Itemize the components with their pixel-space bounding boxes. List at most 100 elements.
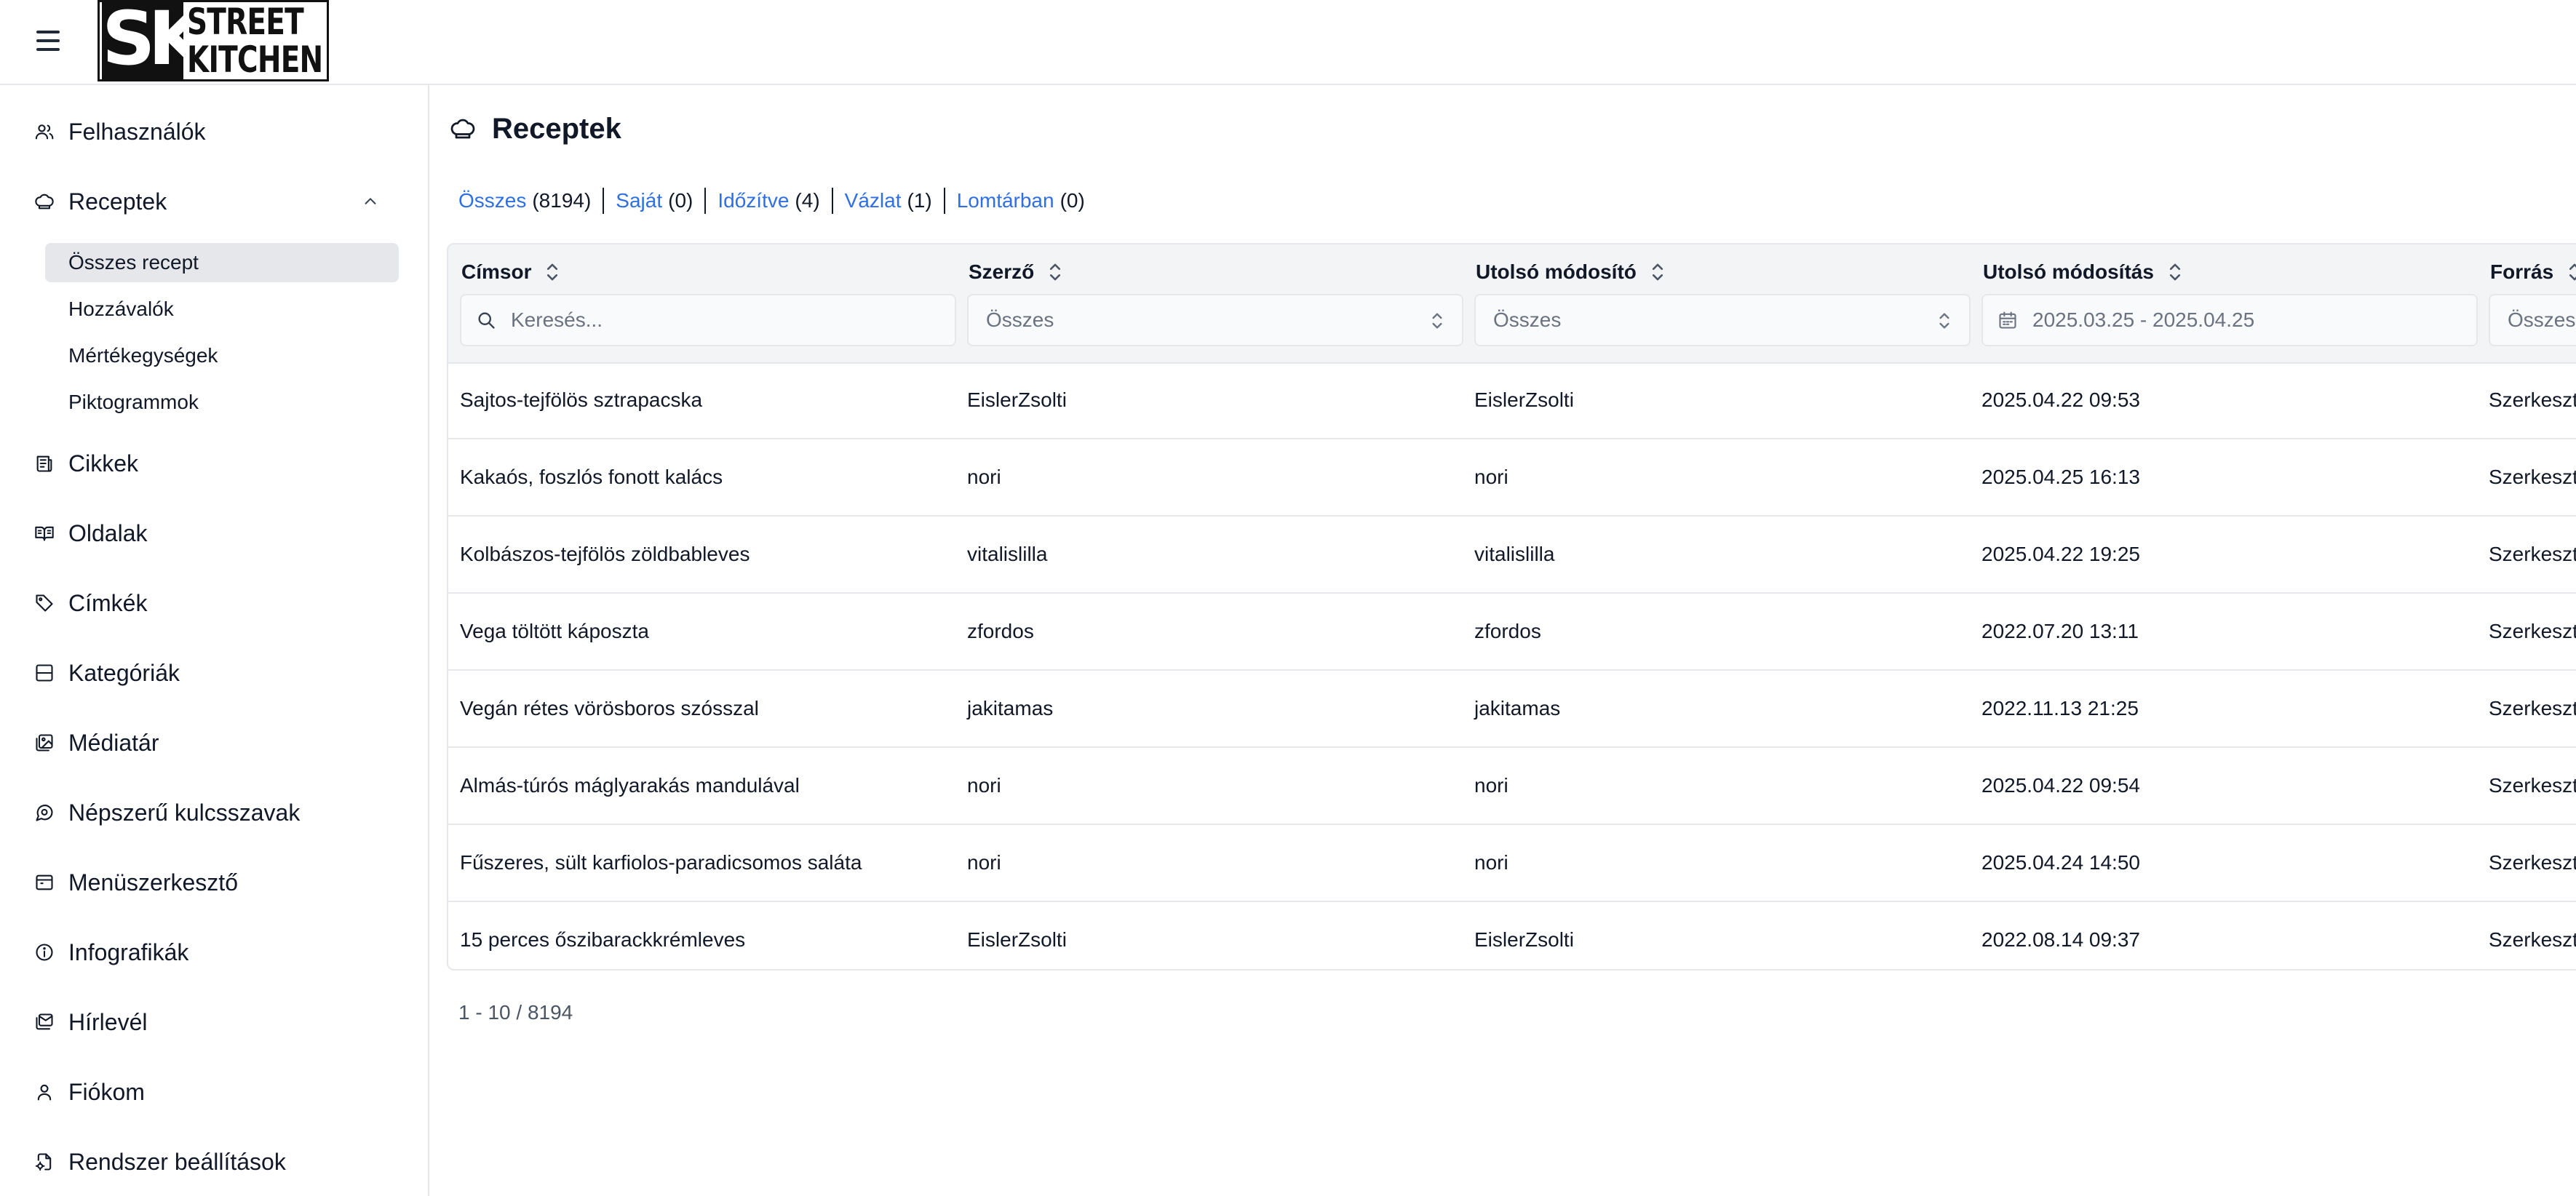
author-select[interactable]: Összes [967,294,1463,346]
row-modified-date-cell: 2025.04.22 09:53 [1981,388,2140,411]
column-header-utolso-modositas[interactable]: Utolsó módosítás [1983,258,2182,287]
select-value: Összes [2508,308,2576,331]
column-header-szerzo[interactable]: Szerző [969,258,1062,287]
date-range-picker[interactable]: 2025.03.25 - 2025.04.25 [1981,294,2478,346]
hamburger-menu-icon[interactable] [36,31,60,51]
column-header-cimsor[interactable]: Címsor [461,258,559,287]
row-title-cell[interactable]: Fűszeres, sült karfiolos-paradicsomos sa… [460,825,862,901]
filter-link[interactable]: Saját [616,189,662,212]
row-source-cell: Szerkeszt [2489,774,2576,797]
sort-icon[interactable] [1049,263,1062,282]
sidebar-item-label: Felhasználók [68,118,206,145]
images-icon [33,732,55,754]
sidebar-item-label: Médiatár [68,729,159,756]
table-row[interactable]: 15 perces őszibarackkrémleves EislerZsolt… [448,902,2576,969]
row-title-cell[interactable]: Vega töltött káposzta [460,594,649,669]
search-placeholder: Keresés... [511,308,603,331]
filter-link[interactable]: Időzítve [717,189,789,212]
sidebar-item-label: Népszerű kulcsszavak [68,799,301,826]
sidebar-item-mediatar[interactable]: Médiatár [33,725,159,761]
row-modified-date-cell: 2025.04.22 09:54 [1981,774,2140,797]
sidebar-item-cikkek[interactable]: Cikkek [33,445,138,482]
filter-link[interactable]: Lomtárban [957,189,1054,212]
row-author-cell: nori [967,774,1001,797]
sidebar-item-nepszeru-kulcsszavak[interactable]: Népszerű kulcsszavak [33,794,300,831]
filter-link[interactable]: Vázlat [845,189,902,212]
sidebar-item-oldalak[interactable]: Oldalak [33,515,148,551]
table-row[interactable]: Fűszeres, sült karfiolos-paradicsomos sa… [448,825,2576,902]
title-search-input[interactable]: Keresés... [460,294,956,346]
source-select[interactable]: Összes [2489,294,2576,346]
sidebar-item-cimkek[interactable]: Címkék [33,585,147,621]
table-row[interactable]: Kolbászos-tejfölös zöldbableves vitalisli… [448,517,2576,594]
table-row[interactable]: Vegán rétes vörösboros szósszal jakitamas… [448,671,2576,748]
row-title-cell[interactable]: Sajtos-tejfölös sztrapacska [460,362,702,438]
status-filter-bar: Összes (8194) Saját (0) Időzítve (4) Vázlat… [458,186,1085,215]
sidebar-subitem-mertekegysegek[interactable]: Mértékegységek [45,336,399,375]
date-range-value: 2025.03.25 - 2025.04.25 [2032,308,2255,331]
sidebar: Felhasználók Receptek Összes recept Hozz… [0,85,429,1196]
filter-link[interactable]: Összes [458,189,526,212]
filter-count: (4) [795,189,820,212]
row-title-cell[interactable]: Kakaós, foszlós fonott kalács [460,439,723,515]
table-header: Címsor Szerző Utolsó módosító Utolsó mód… [448,244,2576,364]
row-title-cell[interactable]: Vegán rétes vörösboros szósszal [460,671,759,746]
row-source-cell: Szerkeszt [2489,851,2576,874]
sidebar-item-kategoriak[interactable]: Kategóriák [33,655,180,691]
sort-icon[interactable] [2568,263,2576,282]
chevron-up-icon[interactable] [362,194,378,210]
sort-icon[interactable] [1651,263,1664,282]
sort-icon[interactable] [2168,263,2182,282]
chef-hat-icon [33,191,55,212]
sidebar-item-felhasznalok[interactable]: Felhasználók [33,113,206,150]
filter-divider [943,188,945,214]
row-modifier-cell: nori [1474,774,1508,797]
row-title-cell[interactable]: Kolbászos-tejfölös zöldbableves [460,517,750,592]
sidebar-item-infografikak[interactable]: Infografikák [33,934,188,970]
filter-count: (0) [1060,189,1085,212]
filter-count: (0) [668,189,693,212]
filter-lomtarban[interactable]: Lomtárban (0) [957,189,1085,212]
last-modifier-select[interactable]: Összes [1474,294,1971,346]
filter-vazlat[interactable]: Vázlat (1) [845,189,932,212]
column-header-utolso-modosito[interactable]: Utolsó módosító [1476,258,1664,287]
sidebar-item-label: Hírlevél [68,1008,148,1035]
table-row[interactable]: Sajtos-tejfölös sztrapacska EislerZsolti E… [448,362,2576,439]
filter-sajat[interactable]: Saját (0) [616,189,693,212]
sidebar-subitem-osszes-recept[interactable]: Összes recept [45,243,399,282]
row-modified-date-cell: 2022.07.20 13:11 [1981,620,2139,642]
column-header-label: Forrás [2490,260,2554,283]
sidebar-item-menuszerkeszto[interactable]: Menüszerkesztő [33,864,238,901]
row-modifier-cell: nori [1474,466,1508,488]
sidebar-item-label: Kategóriák [68,659,180,686]
row-source-cell: Szerkeszt [2489,388,2576,411]
sidebar-subitem-hozzavalok[interactable]: Hozzávalók [45,290,399,329]
row-title-cell[interactable]: 15 perces őszibarackkrémleves [460,902,745,969]
filter-idozitve[interactable]: Időzítve (4) [717,189,819,212]
sidebar-item-hirlevel[interactable]: Hírlevél [33,1004,147,1040]
sidebar-subitem-piktogrammok[interactable]: Piktogrammok [45,383,399,422]
filter-osszes[interactable]: Összes (8194) [458,189,591,212]
table-row[interactable]: Vega töltött káposzta zfordos zfordos 2022.… [448,594,2576,671]
chevron-up-down-icon [1432,313,1442,329]
calendar-icon [1999,311,2016,329]
row-title-cell[interactable]: Almás-túrós máglyarakás mandulával [460,748,800,824]
column-header-forras[interactable]: Forrás [2490,258,2576,287]
table-row[interactable]: Almás-túrós máglyarakás mandulával nori no… [448,748,2576,825]
users-icon [33,121,55,143]
row-modifier-cell: nori [1474,851,1508,874]
row-author-cell: EislerZsolti [967,388,1067,411]
book-open-icon [33,522,55,544]
row-author-cell: nori [967,851,1001,874]
sort-icon[interactable] [546,263,559,282]
sidebar-item-label: Címkék [68,589,148,616]
sidebar-item-receptek[interactable]: Receptek [33,183,167,220]
chevron-up-down-icon [1939,313,1949,329]
street-kitchen-logo[interactable]: SK STREET KITCHEN [98,0,329,81]
table-row[interactable]: Kakaós, foszlós fonott kalács nori nori 202… [448,439,2576,517]
sidebar-item-label: Fiókom [68,1078,145,1105]
sidebar-item-fiokom[interactable]: Fiókom [33,1074,145,1110]
sidebar-subitem-label: Összes recept [68,251,199,274]
sidebar-item-rendszer-beallitasok[interactable]: Rendszer beállítások [33,1144,286,1180]
row-author-cell: nori [967,466,1001,488]
